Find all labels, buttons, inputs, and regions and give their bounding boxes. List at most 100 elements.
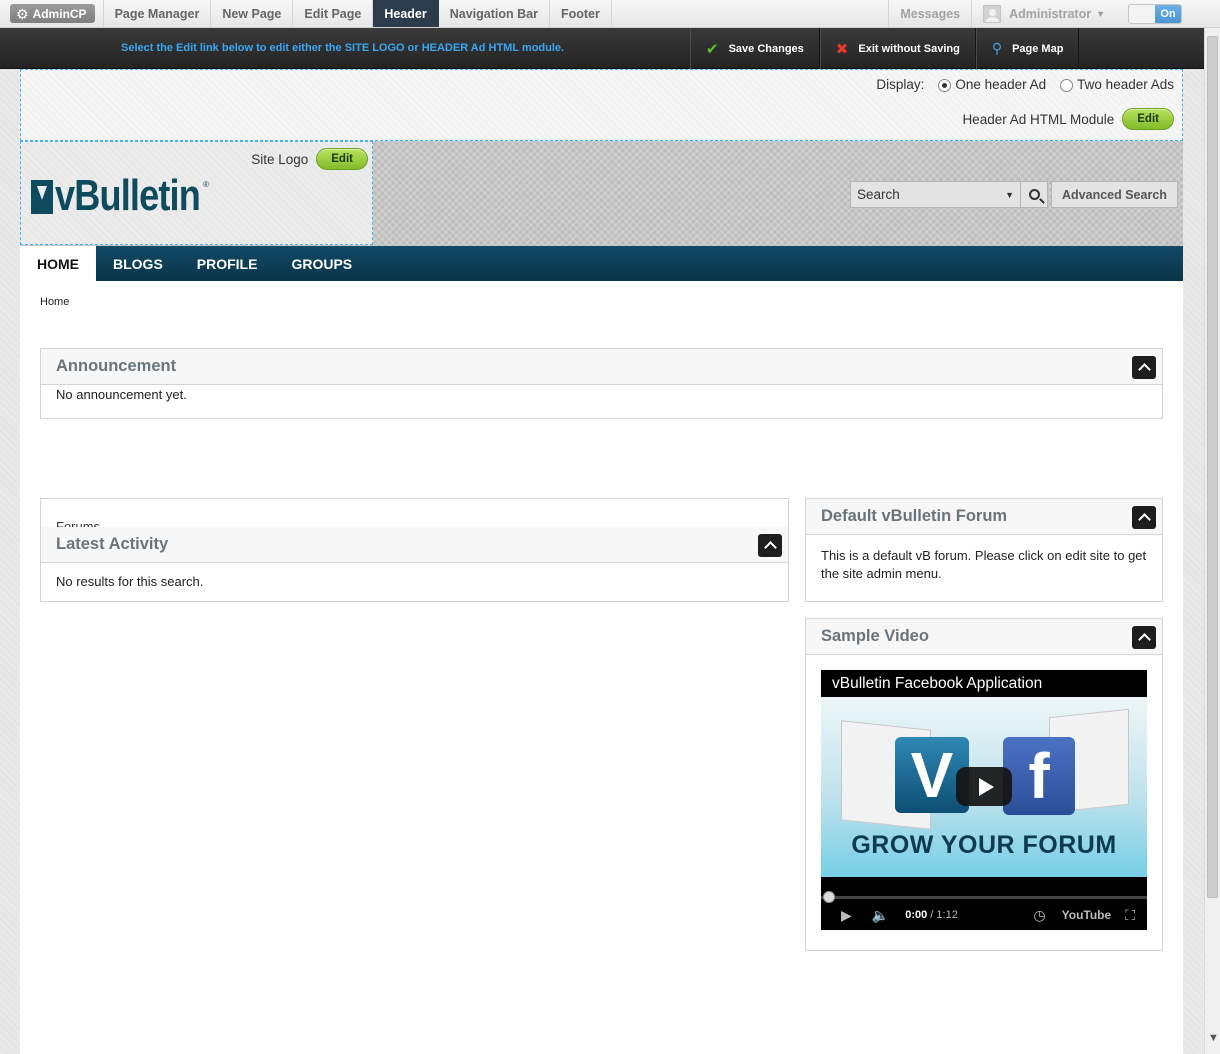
header-ad-region: Display: One header Ad Two header Ads He… xyxy=(20,69,1183,141)
nav-profile[interactable]: PROFILE xyxy=(180,246,275,281)
default-forum-widget: Default vBulletin Forum This is a defaul… xyxy=(805,498,1163,602)
header-ad-module-row: Header Ad HTML Module Edit xyxy=(962,108,1174,130)
video-time: 0:00 / 1:12 xyxy=(905,909,958,921)
widget-title: Sample Video xyxy=(821,627,929,645)
vbulletin-v-mark-icon xyxy=(31,180,53,214)
main-navigation: HOME BLOGS PROFILE GROUPS xyxy=(20,246,1183,281)
exit-without-saving-button[interactable]: ✖ Exit without Saving xyxy=(819,28,976,69)
page-map-button[interactable]: ⚲ Page Map xyxy=(975,28,1080,69)
widget-title: Announcement xyxy=(56,357,177,375)
option-two-header-ads[interactable]: Two header Ads xyxy=(1054,77,1174,92)
video-controls: ▶ 🔈 0:00 / 1:12 ◷ YouTube ⛶ xyxy=(821,900,1147,930)
volume-icon[interactable]: 🔈 xyxy=(872,907,889,924)
scroll-down-icon[interactable]: ▼ xyxy=(1208,1032,1219,1044)
latest-activity-header: Latest Activity xyxy=(41,527,788,563)
edit-instruction-bar: Select the Edit link below to edit eithe… xyxy=(0,28,1204,69)
avatar-icon xyxy=(983,4,1002,23)
sample-video-widget: Sample Video vBulletin Facebook Applicat… xyxy=(805,618,1163,951)
site-logo-region: Site Logo Edit vBulletin ® xyxy=(20,141,373,245)
site-logo-label: Site Logo xyxy=(251,151,309,167)
play-icon[interactable]: ▶ xyxy=(841,907,852,924)
breadcrumb[interactable]: Home xyxy=(40,296,69,308)
registered-mark: ® xyxy=(203,180,209,189)
exit-label: Exit without Saving xyxy=(858,42,960,55)
thumbnail-overlay-text: GROW YOUR FORUM xyxy=(851,831,1117,859)
scrollbar-thumb[interactable] xyxy=(1207,36,1218,898)
latest-activity-widget: Forums Latest Activity No results for th… xyxy=(40,498,789,602)
logo-wordmark: vBulletin xyxy=(55,171,201,220)
widget-title: Latest Activity xyxy=(56,535,169,553)
display-label: Display: xyxy=(876,77,925,92)
messages-link[interactable]: Messages xyxy=(888,0,971,27)
checkmark-icon: ✔ xyxy=(706,40,719,58)
collapse-icon[interactable] xyxy=(758,534,782,557)
save-changes-button[interactable]: ✔ Save Changes xyxy=(690,28,820,69)
topnav-new-page[interactable]: New Page xyxy=(211,0,294,27)
sample-video-header: Sample Video xyxy=(806,619,1162,655)
nav-groups[interactable]: GROUPS xyxy=(274,246,369,281)
nav-blogs[interactable]: BLOGS xyxy=(96,246,180,281)
announcement-header: Announcement xyxy=(41,349,1162,385)
user-name: Administrator xyxy=(1009,6,1092,21)
facebook-f-logo-icon: f xyxy=(1003,737,1075,815)
video-duration: 1:12 xyxy=(936,909,958,921)
site-logo-edit-row: Site Logo Edit xyxy=(251,148,368,170)
advanced-search-button[interactable]: Advanced Search xyxy=(1051,181,1178,208)
default-forum-header: Default vBulletin Forum xyxy=(806,499,1162,535)
announcement-widget: Announcement No announcement yet. xyxy=(40,348,1163,419)
map-pin-icon: ⚲ xyxy=(991,40,1003,56)
video-thumbnail[interactable]: V f GROW YOUR FORUM xyxy=(821,697,1147,877)
video-progress-bar[interactable] xyxy=(821,891,1147,903)
vertical-scrollbar[interactable]: ▼ xyxy=(1204,28,1220,1054)
edit-mode-toggle[interactable]: On xyxy=(1128,4,1182,24)
collapse-icon[interactable] xyxy=(1132,506,1156,529)
search-placeholder: Search xyxy=(857,187,900,202)
header-ad-edit-button[interactable]: Edit xyxy=(1122,108,1174,130)
header-ad-display-options: Display: One header Ad Two header Ads xyxy=(876,77,1174,92)
edit-instruction-text: Select the Edit link below to edit eithe… xyxy=(121,42,565,54)
topnav-page-manager[interactable]: Page Manager xyxy=(102,0,212,27)
search-dropdown-icon[interactable]: ▼ xyxy=(1005,190,1014,200)
option-one-label: One header Ad xyxy=(955,77,1047,92)
collapse-icon[interactable] xyxy=(1132,356,1156,379)
search-input[interactable]: Search ▼ xyxy=(850,181,1020,208)
user-menu[interactable]: Administrator ▼ xyxy=(971,0,1116,27)
site-logo-edit-button[interactable]: Edit xyxy=(316,148,368,170)
admincp-label: AdminCP xyxy=(32,6,87,21)
radio-selected-icon[interactable] xyxy=(938,78,952,92)
nav-home[interactable]: HOME xyxy=(20,246,96,281)
option-one-header-ad[interactable]: One header Ad xyxy=(932,77,1046,92)
watch-later-icon[interactable]: ◷ xyxy=(1033,907,1045,924)
video-player[interactable]: vBulletin Facebook Application V f GROW … xyxy=(821,670,1147,930)
header-ad-module-label: Header Ad HTML Module xyxy=(962,111,1115,127)
video-title[interactable]: vBulletin Facebook Application xyxy=(832,675,1042,693)
topnav-navigation-bar[interactable]: Navigation Bar xyxy=(439,0,550,27)
youtube-logo-icon[interactable]: YouTube xyxy=(1062,908,1112,922)
topnav-edit-page[interactable]: Edit Page xyxy=(293,0,374,27)
search-icon xyxy=(1028,189,1040,200)
toggle-on-label: On xyxy=(1155,5,1181,23)
chevron-down-icon: ▼ xyxy=(1096,8,1105,19)
widget-title: Default vBulletin Forum xyxy=(821,507,1008,525)
topnav-header[interactable]: Header xyxy=(373,0,439,27)
search-box: Search ▼ Advanced Search xyxy=(850,181,1178,208)
topnav-footer[interactable]: Footer xyxy=(550,0,612,27)
collapse-icon[interactable] xyxy=(1132,626,1156,649)
page-map-label: Page Map xyxy=(1012,42,1064,55)
default-forum-body: This is a default vB forum. Please click… xyxy=(821,548,1147,581)
close-icon: ✖ xyxy=(835,40,849,58)
page-canvas: Display: One header Ad Two header Ads He… xyxy=(20,69,1183,1054)
option-two-label: Two header Ads xyxy=(1077,77,1174,92)
gear-icon: ⚙ xyxy=(16,5,29,22)
logo-band: Site Logo Edit vBulletin ® Search ▼ Adva… xyxy=(20,141,1183,246)
play-overlay-icon[interactable] xyxy=(956,767,1012,806)
latest-activity-body: No results for this search. xyxy=(56,574,204,589)
radio-unselected-icon[interactable] xyxy=(1060,78,1074,92)
video-current-time: 0:00 xyxy=(905,909,928,921)
admincp-button[interactable]: ⚙ AdminCP xyxy=(10,4,95,23)
fullscreen-icon[interactable]: ⛶ xyxy=(1125,907,1135,924)
save-changes-label: Save Changes xyxy=(728,42,804,55)
vbulletin-logo[interactable]: vBulletin ® xyxy=(31,172,232,220)
admin-toolbar: ⚙ AdminCP Page Manager New Page Edit Pag… xyxy=(0,0,1220,28)
search-button[interactable] xyxy=(1020,181,1048,208)
